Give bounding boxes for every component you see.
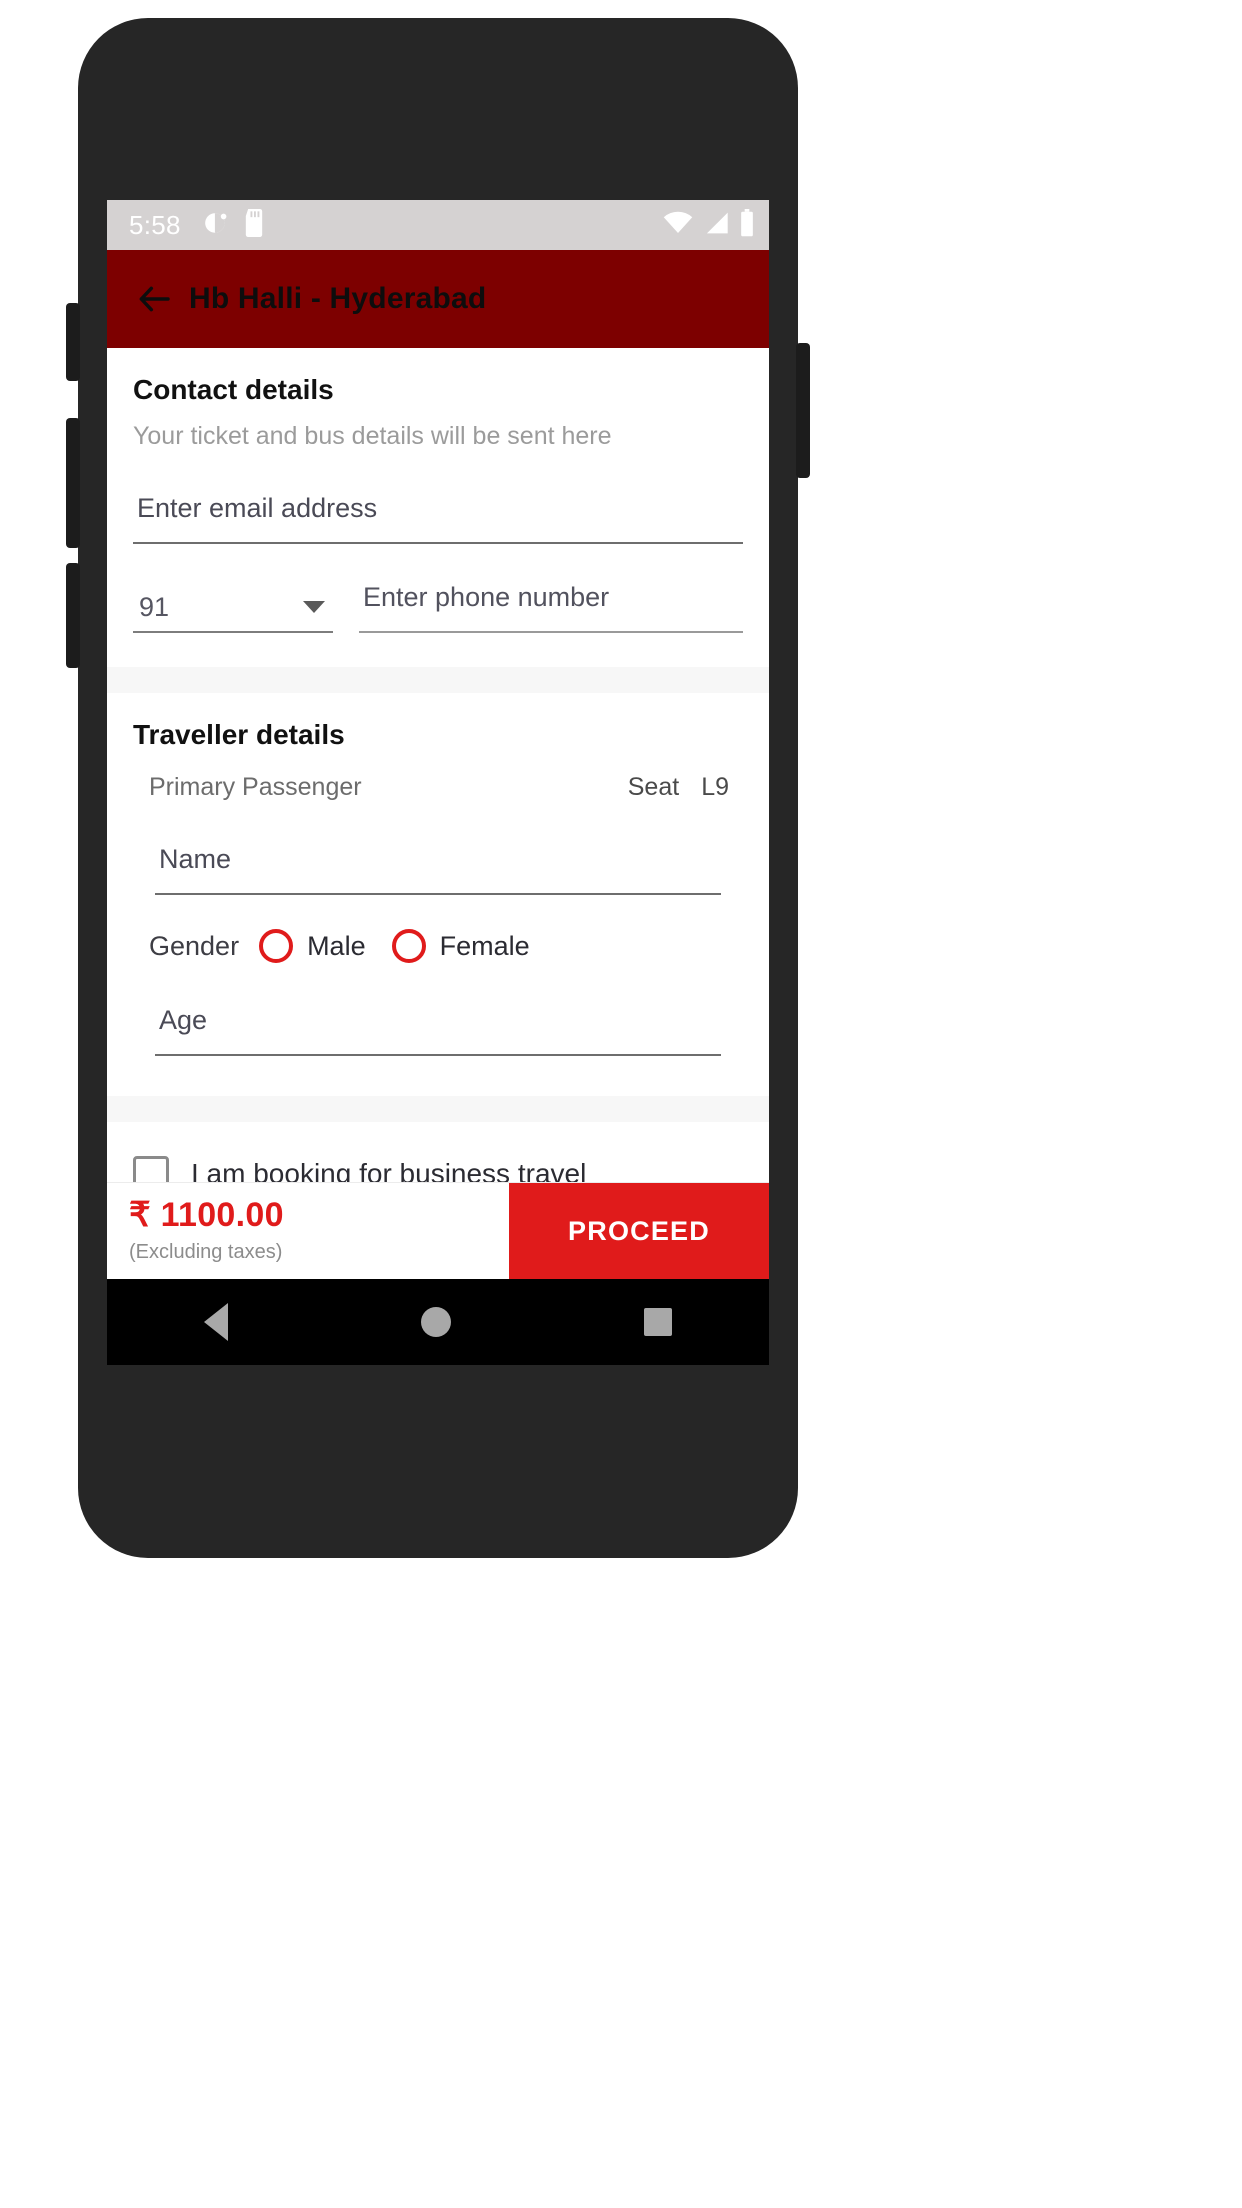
name-placeholder: Name bbox=[159, 844, 232, 874]
primary-passenger-label: Primary Passenger bbox=[149, 773, 362, 801]
radio-button-male[interactable] bbox=[259, 929, 294, 963]
do-not-disturb-icon bbox=[203, 210, 229, 241]
phone-volume-button bbox=[66, 563, 80, 668]
country-code-value: 91 bbox=[139, 592, 170, 622]
gender-option-male-label: Male bbox=[307, 930, 366, 961]
traveller-details-heading: Traveller details bbox=[133, 719, 345, 750]
section-divider bbox=[107, 667, 769, 693]
name-field[interactable]: Name bbox=[155, 836, 721, 895]
phone-placeholder: Enter phone number bbox=[363, 582, 610, 612]
price-note: (Excluding taxes) bbox=[129, 1241, 283, 1263]
page-title: Hb Halli - Hyderabad bbox=[189, 282, 487, 315]
status-bar-clock: 5:58 bbox=[129, 209, 181, 240]
contact-details-card: Contact details Your ticket and bus deta… bbox=[107, 348, 769, 667]
total-price: ₹ 1100.00 bbox=[129, 1196, 284, 1234]
contact-details-subtitle: Your ticket and bus details will be sent… bbox=[133, 422, 612, 450]
business-travel-row[interactable]: I am booking for business travel bbox=[107, 1122, 769, 1182]
seat-number: L9 bbox=[701, 773, 729, 801]
status-bar: 5:58 bbox=[107, 200, 769, 250]
country-code-select[interactable]: 91 bbox=[133, 592, 333, 633]
email-placeholder: Enter email address bbox=[137, 493, 378, 523]
app-bar: Hb Halli - Hyderabad bbox=[107, 250, 769, 348]
seat-info: Seat L9 bbox=[628, 773, 729, 802]
traveller-details-card: Traveller details Primary Passenger Seat… bbox=[107, 693, 769, 1096]
nav-back-icon[interactable] bbox=[203, 1303, 228, 1341]
battery-icon bbox=[739, 208, 755, 242]
contact-details-heading: Contact details bbox=[133, 374, 334, 405]
gender-option-female-label: Female bbox=[439, 930, 530, 961]
gender-row: Gender Male Female bbox=[133, 929, 743, 963]
seat-label: Seat bbox=[627, 773, 680, 801]
chevron-down-icon bbox=[303, 601, 325, 613]
android-navigation-bar bbox=[107, 1279, 769, 1365]
wifi-icon bbox=[663, 211, 693, 240]
phone-number-field[interactable]: Enter phone number bbox=[359, 574, 743, 633]
business-travel-checkbox[interactable] bbox=[133, 1156, 169, 1182]
back-arrow-icon[interactable] bbox=[137, 282, 171, 316]
age-field[interactable]: Age bbox=[155, 997, 721, 1056]
email-field[interactable]: Enter email address bbox=[133, 485, 743, 544]
price-block: ₹ 1100.00 (Excluding taxes) bbox=[107, 1183, 509, 1279]
status-bar-right-icons bbox=[663, 208, 755, 242]
phone-volume-button bbox=[66, 418, 80, 548]
age-placeholder: Age bbox=[159, 1005, 208, 1035]
gender-label: Gender bbox=[149, 930, 240, 961]
cellular-signal-icon bbox=[703, 211, 729, 240]
status-bar-left-icons bbox=[203, 208, 265, 242]
sd-card-icon bbox=[243, 208, 265, 242]
business-travel-label: I am booking for business travel bbox=[191, 1158, 587, 1182]
phone-side-button bbox=[66, 303, 80, 381]
phone-power-button bbox=[796, 343, 810, 478]
proceed-button[interactable]: PROCEED bbox=[509, 1183, 769, 1279]
nav-recents-icon[interactable] bbox=[644, 1308, 673, 1336]
bottom-action-bar: ₹ 1100.00 (Excluding taxes) PROCEED bbox=[107, 1182, 769, 1279]
device-screen: 5:58 Hb Halli - Hyderabad Contact detail… bbox=[107, 200, 769, 1365]
gender-option-male[interactable]: Male bbox=[259, 929, 380, 963]
passenger-header-row: Primary Passenger Seat L9 bbox=[133, 773, 743, 802]
scroll-content: Contact details Your ticket and bus deta… bbox=[107, 348, 769, 1182]
gender-option-female[interactable]: Female bbox=[391, 929, 544, 963]
radio-button-female[interactable] bbox=[391, 929, 426, 963]
phone-row: 91 Enter phone number bbox=[133, 574, 743, 633]
section-divider bbox=[107, 1096, 769, 1122]
nav-home-icon[interactable] bbox=[420, 1307, 451, 1337]
